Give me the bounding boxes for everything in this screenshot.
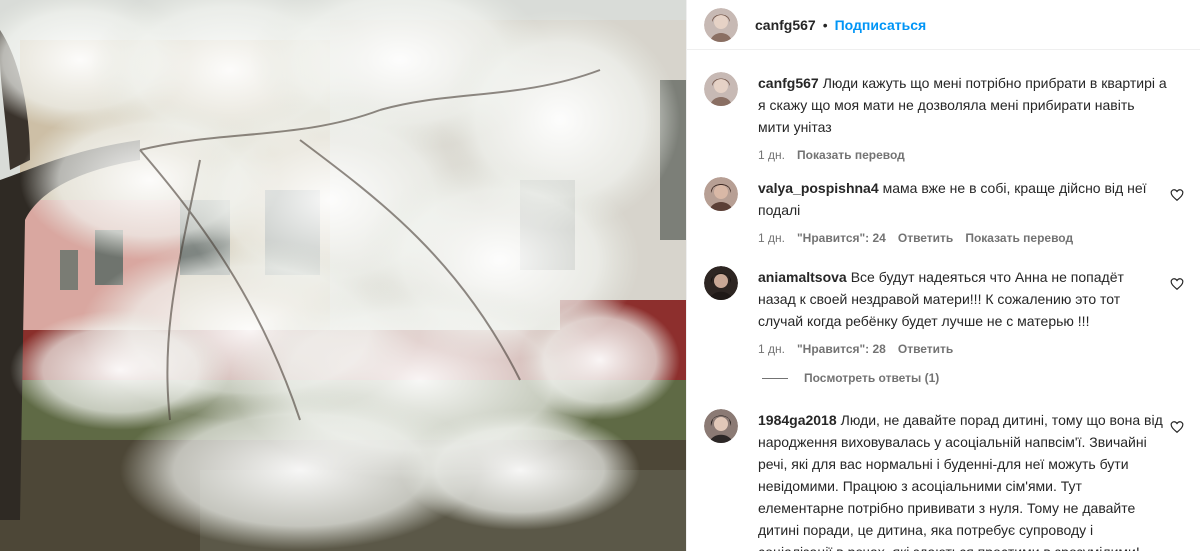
caption-meta: 1 дн. Показать перевод (758, 148, 1168, 162)
view-replies-button[interactable]: Посмотреть ответы (1) (762, 371, 939, 385)
commenter-avatar[interactable] (704, 409, 738, 443)
comment-item: aniamaltsova Все будут надеяться что Анна… (704, 266, 1194, 356)
comment-meta: 1 дн. "Нравится": 28 Ответить (758, 342, 1163, 356)
author-username[interactable]: canfg567 (755, 17, 816, 33)
comment-likes-count[interactable]: "Нравится": 28 (797, 342, 886, 356)
comment-likes-count[interactable]: "Нравится": 24 (797, 231, 886, 245)
comment-text-block: valya_pospishna4 мама вже не в собі, кращ… (758, 177, 1163, 221)
replies-divider-line (762, 377, 788, 379)
comment-username[interactable]: valya_pospishna4 (758, 180, 879, 196)
separator-dot: • (822, 16, 828, 33)
translate-link[interactable]: Показать перевод (965, 231, 1073, 245)
caption-translate-link[interactable]: Показать перевод (797, 148, 905, 162)
caption-time: 1 дн. (758, 148, 785, 162)
comment-username[interactable]: aniamaltsova (758, 269, 847, 285)
comment-text: Люди, не давайте порад дитині, тому що в… (758, 412, 1163, 551)
heart-outline-icon[interactable] (1170, 277, 1184, 291)
instagram-post-view: canfg567 • Подписаться canfg567 Люди кажу… (0, 0, 1200, 551)
comment-meta: 1 дн. "Нравится": 24 Ответить Показать п… (758, 231, 1163, 245)
comment-username[interactable]: 1984ga2018 (758, 412, 837, 428)
post-photo (0, 0, 686, 551)
heart-outline-icon[interactable] (1170, 188, 1184, 202)
caption-avatar[interactable] (704, 72, 738, 106)
commenter-avatar[interactable] (704, 266, 738, 300)
caption-text: Люди кажуть що мені потрібно прибрати в … (758, 75, 1167, 135)
follow-button[interactable]: Подписаться (835, 17, 927, 33)
reply-button[interactable]: Ответить (898, 231, 953, 245)
author-avatar[interactable] (704, 7, 738, 42)
comments-panel: canfg567 • Подписаться canfg567 Люди кажу… (686, 0, 1200, 551)
comment-item: valya_pospishna4 мама вже не в собі, кращ… (704, 177, 1194, 245)
comment-item: 1984ga2018 Люди, не давайте порад дитині,… (704, 409, 1194, 551)
caption-username[interactable]: canfg567 (758, 75, 819, 91)
commenter-avatar[interactable] (704, 177, 738, 211)
comment-time: 1 дн. (758, 231, 785, 245)
view-replies-label: Посмотреть ответы (1) (804, 371, 940, 385)
comment-time: 1 дн. (758, 342, 785, 356)
comment-text-block: aniamaltsova Все будут надеяться что Анна… (758, 266, 1163, 332)
reply-button[interactable]: Ответить (898, 342, 953, 356)
post-header: canfg567 • Подписаться (687, 0, 1200, 50)
heart-outline-icon[interactable] (1170, 420, 1184, 434)
comment-text-block: 1984ga2018 Люди, не давайте порад дитині,… (758, 409, 1163, 551)
caption-text-block: canfg567 Люди кажуть що мені потрібно при… (758, 72, 1168, 138)
post-caption: canfg567 Люди кажуть що мені потрібно при… (704, 72, 1194, 162)
